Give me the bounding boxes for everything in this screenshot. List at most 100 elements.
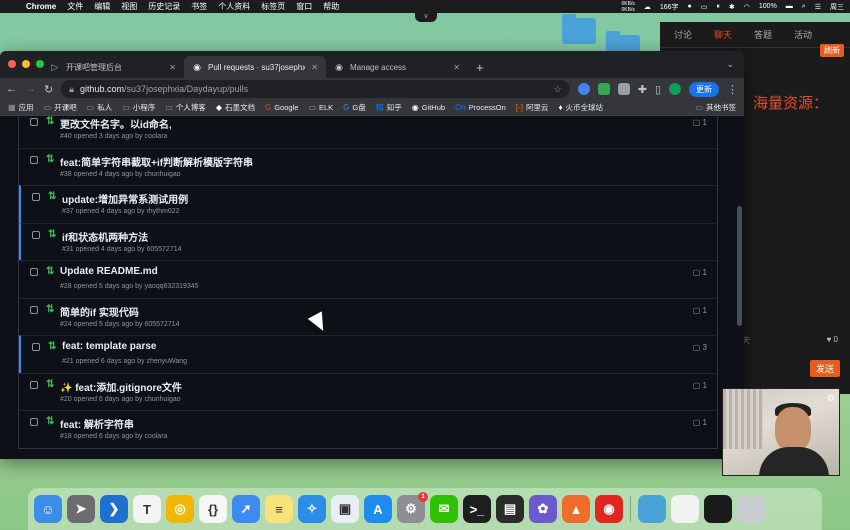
netease-music-icon[interactable]: ◉	[595, 495, 623, 523]
pull-request-title[interactable]: Update README.md	[60, 266, 158, 277]
pull-request-title[interactable]: feat: template parse	[62, 341, 156, 352]
bookmark-huobi[interactable]: ♦ 火币全球站	[558, 102, 603, 113]
wechat-icon[interactable]: ✉	[430, 495, 458, 523]
new-tab-button[interactable]: +	[476, 60, 484, 75]
select-checkbox[interactable]	[30, 380, 38, 389]
trash-icon[interactable]	[737, 495, 765, 523]
pull-request-title[interactable]: if和状态机两种方法	[62, 229, 148, 244]
battery-level[interactable]: 100%	[759, 3, 777, 10]
launchpad-icon[interactable]: ➤	[67, 495, 95, 523]
extension-icon[interactable]	[617, 83, 630, 95]
comment-count[interactable]: ▢ 1	[693, 306, 707, 315]
activity-icon[interactable]: ▤	[496, 495, 524, 523]
terminal-thumbnail-icon[interactable]	[704, 495, 732, 523]
tab-activity[interactable]: 活动	[794, 28, 812, 41]
address-bar[interactable]: 🔒︎ github.com /su37josephxia/Daydayup/pu…	[61, 80, 570, 98]
tab-manage-access[interactable]: ◉ Manage access ✕	[326, 56, 468, 78]
table-row[interactable]: ⇅ if和状态机两种方法 #31 opened 4 days ago by 6055…	[19, 222, 717, 260]
typora-icon[interactable]: T	[133, 495, 161, 523]
tab-pull-requests[interactable]: ◉ Pull requests · su37josephxie/ ✕	[184, 56, 326, 78]
bookmark-aliyun[interactable]: [-] 阿里云	[516, 102, 549, 113]
preview-icon[interactable]: ▣	[331, 495, 359, 523]
select-checkbox[interactable]	[32, 230, 40, 239]
select-checkbox[interactable]	[32, 193, 40, 201]
feishu-icon[interactable]: ➚	[232, 495, 260, 523]
wifi-icon[interactable]: ◠	[744, 3, 750, 11]
ascend-icon[interactable]: ▲	[562, 495, 590, 523]
kebab-menu-icon[interactable]: ⋮	[727, 83, 738, 96]
minimize-window-button[interactable]	[22, 60, 30, 68]
menu-item-edit[interactable]: 编辑	[94, 1, 110, 12]
menu-item-tabs[interactable]: 标签页	[261, 1, 285, 12]
table-row[interactable]: ⇅ ✨ feat:添加.gitignore文件 #20 opened 6 days …	[19, 372, 717, 410]
control-center-icon[interactable]: ☰	[815, 3, 821, 11]
select-checkbox[interactable]	[32, 343, 40, 351]
record-icon[interactable]: ●	[688, 3, 692, 10]
tab-search-icon[interactable]: ⌄	[726, 59, 734, 70]
bookmark-apps[interactable]: ▦ 应用	[8, 102, 34, 113]
select-checkbox[interactable]	[30, 305, 38, 314]
bookmark-shimo[interactable]: ◆ 石墨文档	[216, 102, 255, 113]
reload-icon[interactable]: ↻	[44, 83, 53, 96]
menu-item-help[interactable]: 帮助	[323, 1, 339, 12]
tab-quiz[interactable]: 答题	[754, 28, 772, 41]
comment-count[interactable]: ▢ 1	[693, 381, 707, 390]
sidebar-icon[interactable]: ▯	[655, 83, 661, 96]
vscode-icon[interactable]: ❯	[100, 495, 128, 523]
comment-count[interactable]: ▢ 1	[693, 118, 707, 127]
update-button[interactable]: 更新	[689, 81, 719, 97]
comment-count[interactable]: ▢ 1	[693, 268, 707, 277]
menu-item-bookmarks[interactable]: 书签	[191, 1, 207, 12]
pull-request-title[interactable]: ✨ feat:添加.gitignore文件	[60, 379, 182, 394]
send-button[interactable]: 发送	[809, 360, 840, 377]
appstore-icon[interactable]: A	[364, 495, 392, 523]
settings-icon[interactable]: ⚙ 1	[397, 492, 428, 523]
bookmark-google[interactable]: G Google	[265, 103, 298, 112]
bookmark-elk[interactable]: ▭ ELK	[308, 103, 333, 112]
table-row[interactable]: ⇅ feat: template parse #21 opened 6 days a…	[19, 335, 717, 373]
close-icon[interactable]: ✕	[311, 63, 318, 72]
refresh-button[interactable]: 刷新	[820, 44, 844, 57]
cloud-icon[interactable]: ☁	[644, 3, 651, 11]
bookmark-private[interactable]: ▭ 私人	[87, 102, 113, 113]
safari-icon[interactable]: ✧	[298, 495, 326, 523]
select-checkbox[interactable]	[30, 155, 38, 164]
desktop-folder-icon[interactable]	[562, 14, 596, 44]
scripts-icon[interactable]: {}	[199, 495, 227, 523]
close-icon[interactable]: ✕	[453, 63, 460, 72]
terminal-icon[interactable]: >_	[463, 495, 491, 523]
chrome-icon[interactable]: ◎	[166, 495, 194, 523]
screen-icon[interactable]: ▭	[701, 3, 708, 11]
comment-count[interactable]: ▢ 1	[693, 418, 707, 427]
scrollbar[interactable]	[737, 206, 742, 326]
bookmark-processon[interactable]: On ProcessOn	[455, 103, 506, 112]
pull-request-title[interactable]: update:增加异常系测试用例	[62, 191, 188, 206]
search-icon[interactable]: ⌕	[802, 3, 806, 11]
table-row[interactable]: ⇅ feat:简单字符串截取+if判断解析模版字符串 #38 opened 4 da…	[19, 147, 717, 185]
back-icon[interactable]: ←	[6, 83, 17, 95]
extension-icon[interactable]	[597, 83, 610, 95]
finder-icon[interactable]: ☺	[34, 495, 62, 523]
puzzle-icon[interactable]: ✚	[638, 83, 647, 96]
bookmark-kaikeba[interactable]: ▭ 开课吧	[44, 102, 77, 113]
menu-item-window[interactable]: 窗口	[296, 1, 312, 12]
forward-icon[interactable]: →	[25, 83, 36, 95]
menu-item-history[interactable]: 历史记录	[148, 1, 180, 12]
menu-app-name[interactable]: Chrome	[26, 2, 56, 11]
table-row[interactable]: ⇅ feat: 解析字符串 #18 opened 6 days ago by coo…	[19, 410, 717, 448]
pull-request-title[interactable]: feat: 解析字符串	[60, 416, 134, 431]
chevron-down-icon[interactable]: v	[415, 13, 437, 22]
tab-admin[interactable]: ▷ 开课吧管理后台 ✕	[42, 56, 184, 78]
bookmark-other[interactable]: ▭ 其他书签	[695, 102, 736, 113]
game-icon[interactable]: ✿	[529, 495, 557, 523]
avatar[interactable]	[669, 83, 681, 95]
select-checkbox[interactable]	[30, 118, 38, 126]
tab-discussion[interactable]: 讨论	[674, 28, 692, 41]
select-checkbox[interactable]	[30, 268, 38, 276]
close-icon[interactable]: ✕	[169, 63, 176, 72]
battery-icon[interactable]: ▬	[786, 3, 793, 10]
word-count[interactable]: 166字	[660, 2, 679, 12]
pull-request-title[interactable]: feat:简单字符串截取+if判断解析模版字符串	[60, 154, 253, 169]
document-thumbnail-icon[interactable]	[671, 495, 699, 523]
like-count[interactable]: ♥ 0	[827, 335, 838, 344]
